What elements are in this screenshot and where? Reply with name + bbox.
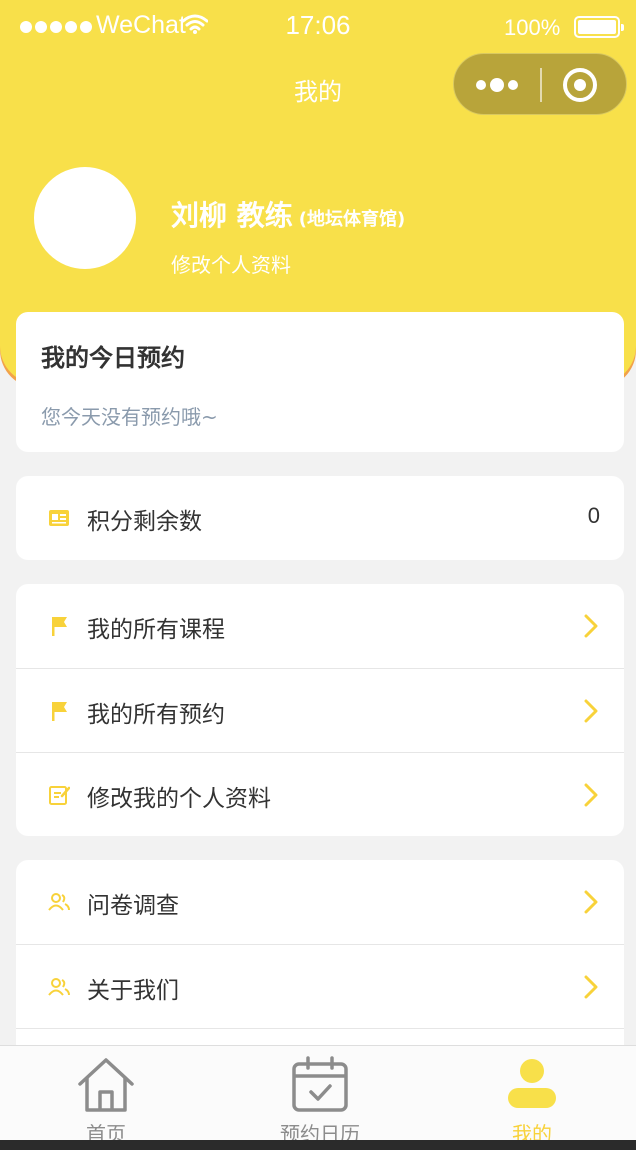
battery-percentage: 100%: [504, 15, 561, 40]
menu-item-label: 我的所有课程: [87, 617, 225, 643]
tab-home[interactable]: 首页: [26, 1046, 186, 1146]
user-icon: [508, 1059, 556, 1108]
today-booking-card: 我的今日预约 您今天没有预约哦~: [16, 312, 624, 452]
tab-calendar[interactable]: 预约日历: [240, 1046, 400, 1146]
menu-item-all-bookings[interactable]: 我的所有预约: [16, 668, 624, 752]
flag-icon: [52, 702, 67, 721]
id-card-icon: [49, 510, 69, 526]
edit-icon: [49, 786, 70, 805]
status-bar: WeChat 17:06 100%: [0, 8, 636, 48]
users-icon: [48, 893, 70, 911]
menu-item-label: 关于我们: [87, 978, 179, 1004]
chevron-right-icon: [584, 699, 598, 723]
mini-program-capsule: [453, 53, 627, 115]
menu-group-2: 问卷调查 关于我们: [16, 860, 624, 1060]
today-booking-empty-text: 您今天没有预约哦~: [41, 405, 218, 429]
menu-item-all-courses[interactable]: 我的所有课程: [16, 584, 624, 668]
chevron-right-icon: [584, 975, 598, 999]
home-icon: [78, 1058, 134, 1112]
menu-group-1: 我的所有课程 我的所有预约 修改我的个人资料: [16, 584, 624, 836]
menu-item-label: 问卷调查: [87, 893, 179, 919]
chevron-right-icon: [584, 783, 598, 807]
more-icon[interactable]: [474, 72, 520, 98]
gym-name: (地坛体育馆): [298, 209, 406, 230]
points-value: 0: [587, 503, 600, 528]
menu-item-edit-profile[interactable]: 修改我的个人资料: [16, 752, 624, 836]
users-icon: [48, 978, 70, 996]
menu-item-label: 我的所有预约: [87, 702, 225, 728]
menu-item-survey[interactable]: 问卷调查: [16, 860, 624, 944]
tab-bar: 首页 预约日历 我的: [0, 1045, 636, 1146]
menu-item-label: 修改我的个人资料: [87, 786, 271, 812]
close-target-icon[interactable]: [562, 67, 598, 103]
battery-icon: [574, 16, 624, 38]
edit-profile-link[interactable]: 修改个人资料: [171, 249, 291, 278]
menu-item-about-us[interactable]: 关于我们: [16, 944, 624, 1028]
capsule-divider: [540, 68, 542, 102]
flag-icon: [52, 617, 67, 636]
points-row[interactable]: 积分剩余数 0: [16, 476, 624, 560]
user-name: 刘柳 教练: [171, 199, 293, 232]
points-label: 积分剩余数: [87, 509, 202, 535]
tab-me[interactable]: 我的: [452, 1046, 612, 1146]
today-booking-title: 我的今日预约: [41, 344, 185, 372]
points-card: 积分剩余数 0: [16, 476, 624, 560]
chevron-right-icon: [584, 614, 598, 638]
chevron-right-icon: [584, 890, 598, 914]
home-indicator-strip: [0, 1140, 636, 1150]
avatar[interactable]: [34, 167, 136, 269]
calendar-check-icon: [292, 1056, 348, 1112]
profile-name-line: 刘柳 教练 (地坛体育馆): [171, 194, 405, 234]
